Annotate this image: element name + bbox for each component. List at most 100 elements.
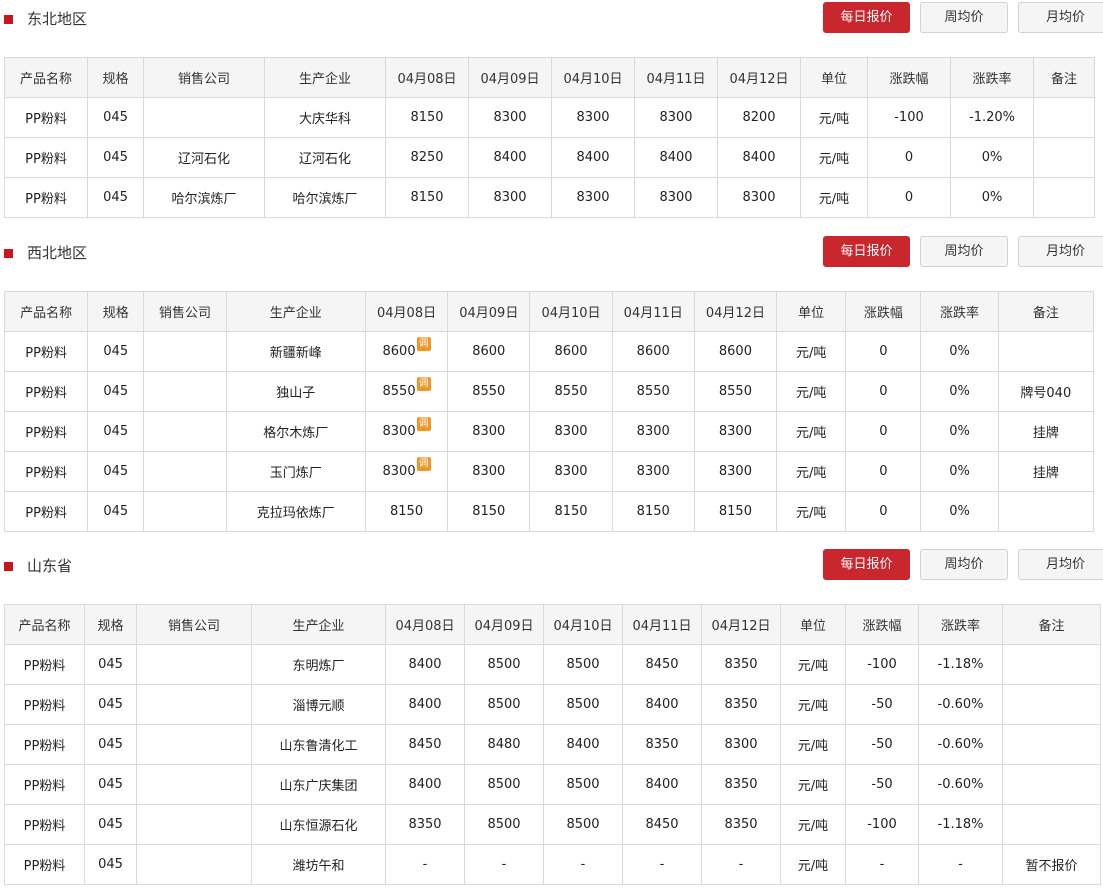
product-name-link[interactable]: PP粉料: [4, 97, 88, 138]
change-rate-cell: 0%: [920, 411, 999, 452]
product-name-link[interactable]: PP粉料: [4, 764, 85, 805]
cell-text: PP粉料: [25, 346, 67, 361]
cell-text: 元/吨: [818, 192, 850, 207]
cell-text: 0: [879, 344, 888, 359]
price-day-5: 8350: [701, 644, 781, 685]
cell-text: 8400: [576, 150, 610, 165]
price-day-2: 8300: [447, 411, 531, 452]
cell-text: 8350: [645, 737, 679, 752]
sales-company-cell: [143, 97, 265, 138]
monthly-average-button[interactable]: 月均价: [1018, 236, 1103, 267]
price-day-1: 8400: [385, 684, 465, 725]
cell-text: 挂牌: [1032, 426, 1059, 441]
price-adjusted-badge-icon: 调: [416, 457, 431, 471]
table-row: PP粉料 045 山东鲁清化工 8450 8480 8400 8350 8300 元/吨 -50 -…: [4, 724, 1101, 765]
section-northwest: 西北地区 每日报价 周均价 月均价 产品名称 规格 销售公司 生产企业 04月08日 04…: [0, 234, 1103, 532]
product-name-link[interactable]: PP粉料: [4, 177, 88, 218]
price-day-3: 8150: [529, 491, 613, 532]
cell-text: 8500: [566, 697, 600, 712]
cell-text: -50: [871, 697, 893, 712]
price-day-3: 8500: [543, 644, 623, 685]
product-name-link[interactable]: PP粉料: [4, 644, 85, 685]
product-name-link[interactable]: PP粉料: [3, 491, 89, 532]
weekly-average-button[interactable]: 周均价: [920, 2, 1008, 33]
change-cell: 0: [845, 491, 922, 532]
product-name-link[interactable]: PP粉料: [3, 371, 89, 412]
cell-text: 8300: [472, 424, 506, 439]
header-producer: 生产企业: [225, 291, 366, 332]
unit-cell: 元/吨: [800, 137, 868, 178]
daily-price-button[interactable]: 每日报价: [823, 549, 910, 580]
cell-text: 0: [879, 464, 888, 479]
cell-text: 045: [103, 190, 128, 205]
cell-text: 8500: [487, 817, 521, 832]
price-day-2: 8500: [464, 764, 544, 805]
spec-cell: 045: [84, 764, 137, 805]
cell-text: 0%: [981, 190, 1003, 205]
daily-price-button[interactable]: 每日报价: [823, 236, 910, 267]
monthly-average-button[interactable]: 月均价: [1018, 2, 1103, 33]
price-day-5: 8300: [717, 177, 801, 218]
product-name-link[interactable]: PP粉料: [3, 331, 89, 372]
producer-cell: 辽河石化: [264, 137, 386, 178]
product-name-link[interactable]: PP粉料: [4, 684, 85, 725]
header-sales-company: 销售公司: [143, 57, 265, 98]
cell-text: 045: [103, 344, 129, 359]
cell-text: 元/吨: [797, 699, 829, 714]
producer-cell: 克拉玛依炼厂: [225, 491, 366, 532]
producer-cell: 新疆新峰: [225, 331, 366, 372]
change-rate-cell: 0%: [920, 331, 999, 372]
product-name-link[interactable]: PP粉料: [4, 724, 85, 765]
cell-text: 8550: [382, 384, 416, 399]
cell-text: 元/吨: [818, 152, 850, 167]
price-day-1: 8300调: [364, 411, 449, 452]
cell-text: 8400: [408, 777, 442, 792]
price-day-3: 8400: [543, 724, 623, 765]
change-cell: -100: [845, 644, 919, 685]
cell-text: 8550: [718, 384, 752, 399]
change-rate-cell: -1.18%: [918, 804, 1003, 845]
cell-text: 0: [904, 150, 914, 165]
price-table: 产品名称 规格 销售公司 生产企业 04月08日 04月09日 04月10日 04月11日 04…: [4, 57, 1095, 218]
cell-text: 元/吨: [797, 859, 829, 874]
section-title: 山东省: [27, 557, 73, 575]
price-day-1: 8300调: [364, 451, 449, 492]
section-header: 山东省 每日报价 周均价 月均价: [0, 547, 1103, 587]
product-name-link[interactable]: PP粉料: [4, 844, 85, 885]
producer-cell: 潍坊午和: [251, 844, 386, 885]
remark-cell: [997, 491, 1095, 532]
price-day-4: 8400: [634, 137, 718, 178]
cell-text: 0: [904, 190, 914, 205]
product-name-link[interactable]: PP粉料: [4, 137, 88, 178]
price-day-2: 8300: [468, 177, 552, 218]
price-day-5: 8350: [701, 764, 781, 805]
cell-text: 8550: [636, 384, 670, 399]
unit-cell: 元/吨: [776, 451, 847, 492]
price-table: 产品名称 规格 销售公司 生产企业 04月08日 04月09日 04月10日 04月11日 04…: [4, 604, 1101, 885]
product-name-link[interactable]: PP粉料: [4, 804, 85, 845]
daily-price-button[interactable]: 每日报价: [823, 2, 910, 33]
cell-text: PP粉料: [23, 859, 66, 874]
cell-text: -: [879, 857, 885, 872]
change-cell: 0: [845, 371, 922, 412]
cell-text: 045: [103, 150, 128, 165]
sales-company-cell: [136, 844, 252, 885]
product-name-link[interactable]: PP粉料: [3, 451, 89, 492]
price-day-3: 8300: [551, 177, 635, 218]
weekly-average-button[interactable]: 周均价: [920, 236, 1008, 267]
unit-cell: 元/吨: [776, 491, 847, 532]
header-date-4: 04月11日: [622, 604, 702, 645]
cell-text: 克拉玛依炼厂: [256, 506, 335, 521]
cell-text: 045: [98, 817, 123, 832]
monthly-average-button[interactable]: 月均价: [1018, 549, 1103, 580]
cell-text: 8350: [724, 657, 758, 672]
producer-cell: 淄博元顺: [251, 684, 386, 725]
cell-text: PP粉料: [25, 506, 67, 521]
cell-text: 淄博元顺: [292, 699, 345, 714]
cell-text: PP粉料: [25, 152, 67, 167]
weekly-average-button[interactable]: 周均价: [920, 549, 1008, 580]
sales-company-cell: [143, 411, 227, 452]
cell-text: PP粉料: [25, 386, 67, 401]
sales-company-cell: [143, 451, 227, 492]
product-name-link[interactable]: PP粉料: [3, 411, 89, 452]
